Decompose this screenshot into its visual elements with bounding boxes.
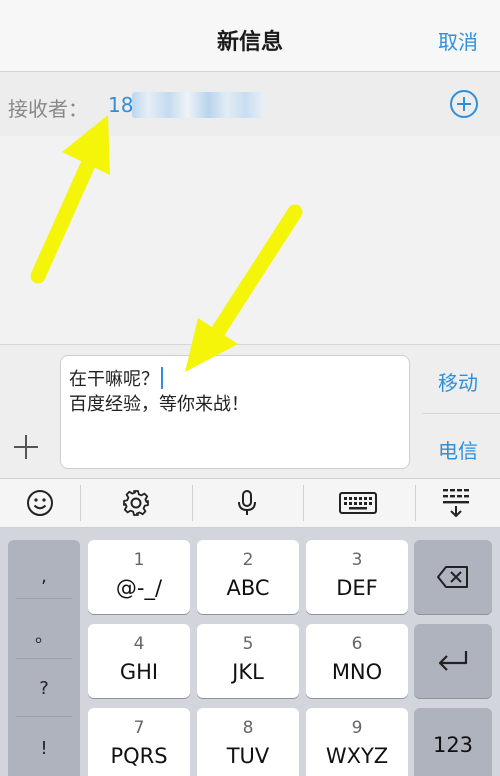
send-via-carrier-1-button[interactable]: 移动 xyxy=(438,367,478,396)
key-letters: @-_/ xyxy=(115,576,163,600)
message-line: 在干嘛呢？ xyxy=(69,369,159,390)
keyboard-icon[interactable] xyxy=(318,479,398,527)
divider xyxy=(80,485,81,521)
punctuation-key[interactable]: 。 xyxy=(8,622,80,648)
key-letters: TUV xyxy=(226,744,270,768)
key-5[interactable]: 5 JKL xyxy=(197,624,299,698)
emoji-icon[interactable] xyxy=(0,479,80,527)
backspace-key[interactable] xyxy=(414,540,492,614)
navigation-bar: 新信息 取消 xyxy=(0,0,500,72)
page-title: 新信息 xyxy=(216,30,283,55)
key-letters: JKL xyxy=(232,660,264,684)
recipient-label: 接收者： xyxy=(8,97,88,121)
compose-area: 在干嘛呢？ 百度经验，等你来战！ 移动 电信 xyxy=(0,344,500,478)
key-number: 3 xyxy=(351,550,363,570)
key-8[interactable]: 8 TUV xyxy=(197,708,299,776)
redacted-phone-number xyxy=(132,92,264,118)
keyboard-collapse-icon[interactable] xyxy=(418,479,498,527)
recipient-field[interactable]: 18 xyxy=(108,93,133,117)
divider xyxy=(303,485,304,521)
key-letters: GHI xyxy=(119,660,159,684)
punctuation-column[interactable]: , 。 ? ! xyxy=(8,540,80,776)
message-input[interactable]: 在干嘛呢？ 百度经验，等你来战！ xyxy=(60,355,410,469)
divider xyxy=(415,485,416,521)
key-number: 6 xyxy=(351,634,363,654)
divider xyxy=(192,485,193,521)
add-attachment-icon[interactable] xyxy=(14,435,38,459)
keyboard-toolbar xyxy=(0,478,500,528)
key-letters: MNO xyxy=(331,660,383,684)
t9-keyboard: , 。 ? ! 1 @-_/ 2 ABC 3 DEF 4 GHI 5 JKL 6… xyxy=(0,528,500,776)
send-via-carrier-2-button[interactable]: 电信 xyxy=(438,435,478,464)
recipient-row[interactable]: 接收者： 18 xyxy=(0,72,500,136)
punctuation-key[interactable]: ? xyxy=(8,678,80,699)
add-contact-icon[interactable] xyxy=(450,90,478,118)
divider xyxy=(422,413,500,414)
divider xyxy=(16,598,72,599)
message-line: 百度经验，等你来战！ xyxy=(69,394,249,415)
key-letters: DEF xyxy=(336,576,378,600)
text-cursor xyxy=(161,367,163,389)
key-number: 7 xyxy=(133,718,145,738)
numbers-key-label: 123 xyxy=(432,733,474,757)
key-1[interactable]: 1 @-_/ xyxy=(88,540,190,614)
key-number: 4 xyxy=(133,634,145,654)
numbers-key[interactable]: 123 xyxy=(414,708,492,776)
gear-icon[interactable] xyxy=(96,479,176,527)
punctuation-key[interactable]: , xyxy=(8,566,80,587)
key-letters: ABC xyxy=(226,576,270,600)
key-7[interactable]: 7 PQRS xyxy=(88,708,190,776)
key-number: 2 xyxy=(242,550,254,570)
microphone-icon[interactable] xyxy=(207,479,287,527)
key-letters: PQRS xyxy=(110,744,168,768)
divider xyxy=(16,658,72,659)
key-number: 8 xyxy=(242,718,254,738)
message-thread-area xyxy=(0,136,500,344)
key-2[interactable]: 2 ABC xyxy=(197,540,299,614)
key-number: 1 xyxy=(133,550,145,570)
key-3[interactable]: 3 DEF xyxy=(306,540,408,614)
punctuation-key[interactable]: ! xyxy=(8,738,80,759)
key-number: 9 xyxy=(351,718,363,738)
cancel-button[interactable]: 取消 xyxy=(438,26,478,55)
key-4[interactable]: 4 GHI xyxy=(88,624,190,698)
divider xyxy=(16,716,72,717)
key-number: 5 xyxy=(242,634,254,654)
key-6[interactable]: 6 MNO xyxy=(306,624,408,698)
key-9[interactable]: 9 WXYZ xyxy=(306,708,408,776)
return-icon xyxy=(438,651,468,671)
return-key[interactable] xyxy=(414,624,492,698)
key-letters: WXYZ xyxy=(325,744,389,768)
backspace-icon xyxy=(437,566,468,588)
